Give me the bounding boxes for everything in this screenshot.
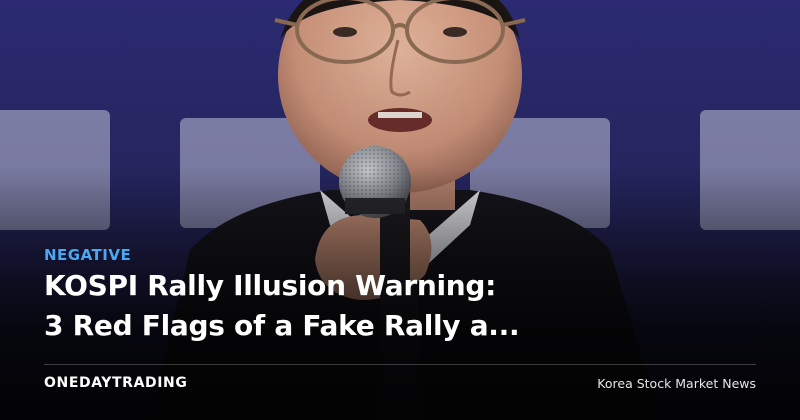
footer-divider xyxy=(44,364,756,365)
news-card[interactable]: NEGATIVE KOSPI Rally Illusion Warning: 3… xyxy=(0,0,800,420)
sentiment-badge: NEGATIVE xyxy=(44,246,132,264)
image-overlay xyxy=(0,0,800,420)
brand-logo: ONEDAYTRADING xyxy=(44,375,188,391)
site-tagline: Korea Stock Market News xyxy=(597,376,756,391)
headline-line-2: 3 Red Flags of a Fake Rally a... xyxy=(44,309,520,342)
article-headline[interactable]: KOSPI Rally Illusion Warning: 3 Red Flag… xyxy=(44,266,604,346)
headline-line-1: KOSPI Rally Illusion Warning: xyxy=(44,269,497,302)
